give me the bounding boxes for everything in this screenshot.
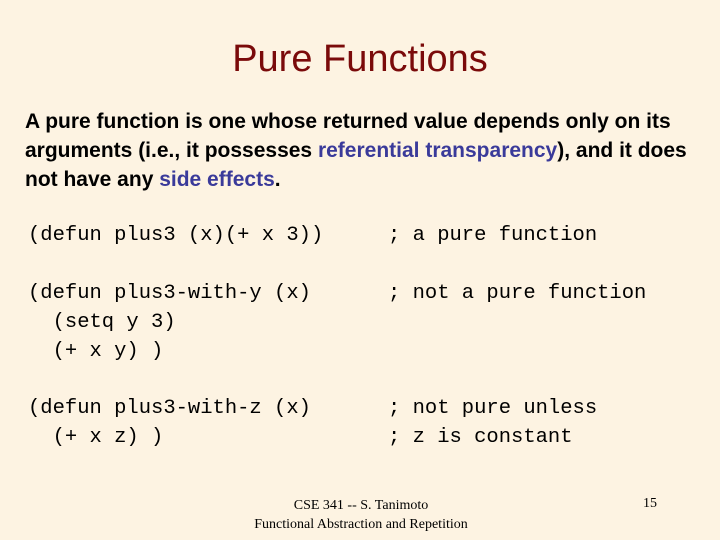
code-block-plus3: (defun plus3 (x)(+ x 3)) — [28, 221, 323, 250]
intro-paragraph: A pure function is one whose returned va… — [25, 107, 705, 194]
footer-topic: Functional Abstraction and Repetition — [254, 517, 468, 532]
footer-course: CSE 341 -- S. Tanimoto — [293, 498, 429, 513]
comment-line: ; not pure unless — [388, 397, 598, 420]
comment-line: ; not a pure function — [388, 282, 647, 305]
page-number: 15 — [643, 496, 657, 511]
code-comment-plus3: ; a pure function — [388, 221, 597, 250]
code-comment-plus3-with-z: ; not pure unless ; z is constant — [388, 394, 597, 452]
code-line: (setq y 3) — [28, 311, 176, 334]
code-line: (defun plus3 (x)(+ x 3)) — [28, 224, 324, 247]
comment-line: ; a pure function — [388, 224, 598, 247]
footer-info: CSE 341 -- S. Tanimoto Functional Abstra… — [252, 496, 470, 534]
slide-title: Pure Functions — [232, 38, 488, 80]
term-side-effects: side effects — [159, 168, 275, 191]
code-line: (+ x y) ) — [28, 340, 164, 363]
code-line: (defun plus3-with-y (x) — [28, 282, 311, 305]
intro-text-3: . — [274, 168, 281, 191]
code-block-plus3-with-y: (defun plus3-with-y (x) (setq y 3) (+ x … — [28, 279, 311, 366]
code-line: (+ x z) ) — [28, 426, 164, 449]
code-comment-plus3-with-y: ; not a pure function — [388, 279, 646, 308]
comment-line: ; z is constant — [388, 426, 573, 449]
term-referential-transparency: referential transparency — [317, 139, 558, 162]
code-line: (defun plus3-with-z (x) — [28, 397, 311, 420]
code-block-plus3-with-z: (defun plus3-with-z (x) (+ x z) ) — [28, 394, 311, 452]
